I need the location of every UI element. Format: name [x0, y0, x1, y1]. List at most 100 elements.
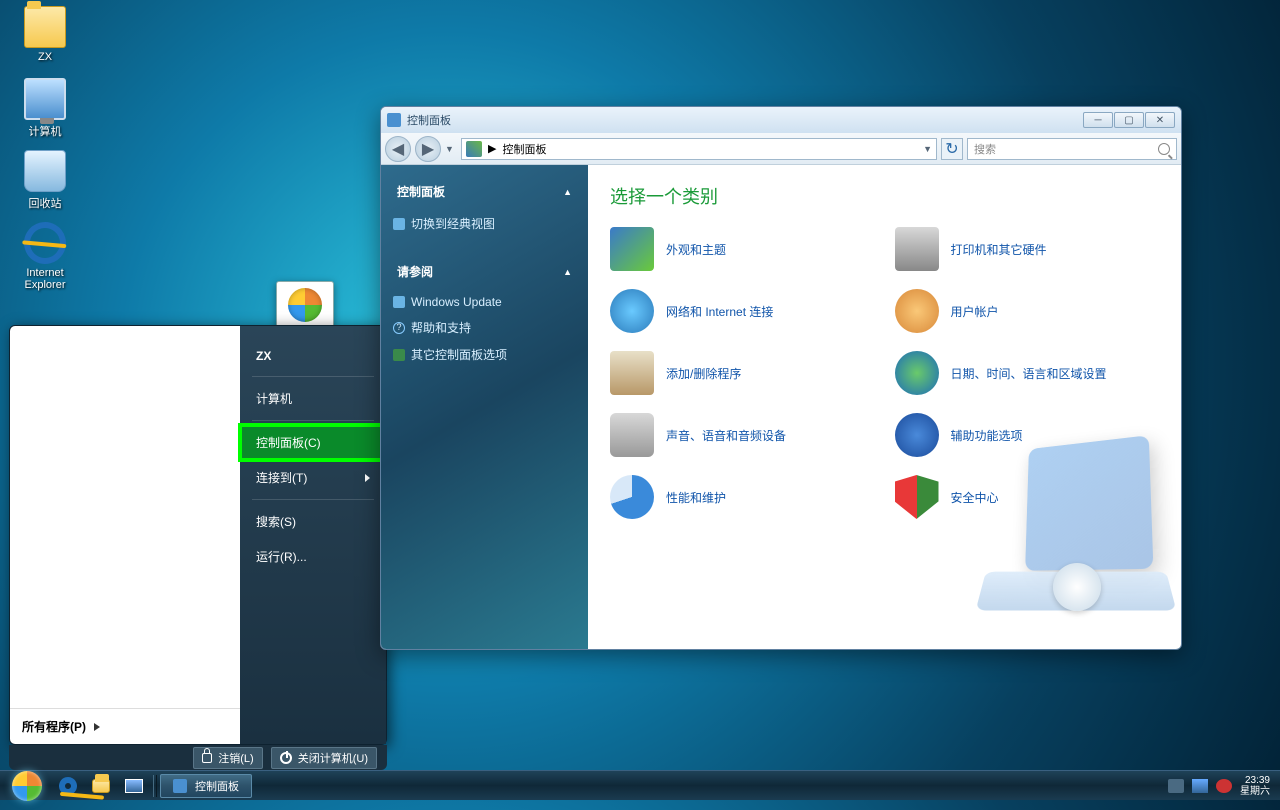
start-menu-left-pane: 所有程序(P) — [10, 326, 240, 744]
nav-forward-button[interactable]: ▶ — [415, 136, 441, 162]
category-performance[interactable]: 性能和维护 — [610, 475, 875, 519]
sidebar-see-also-header[interactable]: 请参阅 ▲ — [381, 259, 588, 290]
window-title: 控制面板 — [407, 112, 451, 128]
nav-back-button[interactable]: ◀ — [385, 136, 411, 162]
main-content: 选择一个类别 外观和主题 打印机和其它硬件 网络和 Internet 连接 用户… — [588, 165, 1181, 649]
category-printers[interactable]: 打印机和其它硬件 — [895, 227, 1160, 271]
category-appearance[interactable]: 外观和主题 — [610, 227, 875, 271]
computer-icon — [24, 78, 66, 120]
folder-icon — [24, 6, 66, 48]
separator — [252, 376, 374, 377]
menu-item-label: 计算机 — [256, 390, 292, 407]
desktop-icon-computer[interactable]: 计算机 — [8, 78, 82, 139]
sidebar-header[interactable]: 控制面板 ▲ — [381, 179, 588, 210]
shutdown-button[interactable]: 关闭计算机(U) — [271, 747, 377, 769]
tray-network-icon[interactable] — [1192, 779, 1208, 793]
show-desktop-icon — [125, 779, 143, 793]
refresh-button[interactable]: ↻ — [941, 138, 963, 160]
checkmark-icon — [393, 349, 405, 361]
category-programs[interactable]: 添加/删除程序 — [610, 351, 875, 395]
sidebar-link-help[interactable]: ? 帮助和支持 — [381, 314, 588, 341]
chevron-up-icon: ▲ — [563, 267, 572, 277]
chevron-up-icon: ▲ — [563, 187, 572, 197]
power-icon — [280, 752, 292, 764]
chevron-right-icon — [365, 474, 370, 482]
start-menu-item-computer[interactable]: 计算机 — [240, 381, 386, 416]
taskbar: 控制面板 23:39 星期六 — [0, 770, 1280, 800]
close-button[interactable]: ✕ — [1145, 112, 1175, 128]
start-menu-item-control-panel[interactable]: 控制面板(C) — [240, 425, 386, 460]
address-arrow: ▶ — [488, 142, 496, 155]
window-titlebar[interactable]: 控制面板 ─ ▢ ✕ — [381, 107, 1181, 133]
category-label: 网络和 Internet 连接 — [666, 303, 773, 320]
start-menu-right-pane: ZX 计算机 控制面板(C) 连接到(T) 搜索(S) 运行(R)... — [240, 326, 386, 744]
start-menu-user-avatar — [276, 281, 334, 329]
start-menu-item-connect-to[interactable]: 连接到(T) — [240, 460, 386, 495]
shutdown-label: 关闭计算机(U) — [298, 750, 368, 766]
search-field[interactable]: 搜索 — [967, 138, 1177, 160]
search-placeholder: 搜索 — [974, 141, 996, 157]
tray-security-icon[interactable] — [1216, 779, 1232, 793]
desktop-icon-label: ZX — [8, 51, 82, 63]
accessibility-icon — [895, 413, 939, 457]
start-menu-all-programs[interactable]: 所有程序(P) — [10, 708, 240, 744]
search-icon — [1158, 143, 1170, 155]
quick-launch-show-desktop[interactable] — [118, 773, 150, 799]
category-network[interactable]: 网络和 Internet 连接 — [610, 289, 875, 333]
maximize-button[interactable]: ▢ — [1114, 112, 1144, 128]
desktop-icon-recycle-bin[interactable]: 回收站 — [8, 150, 82, 211]
tray-keyboard-icon[interactable] — [1168, 779, 1184, 793]
recycle-bin-icon — [24, 150, 66, 192]
sidebar-link-classic-view[interactable]: 切换到经典视图 — [381, 210, 588, 237]
taskbar-task-control-panel[interactable]: 控制面板 — [160, 774, 252, 798]
task-label: 控制面板 — [195, 778, 239, 794]
system-tray: 23:39 星期六 — [1168, 775, 1276, 797]
start-menu-item-search[interactable]: 搜索(S) — [240, 504, 386, 539]
start-menu: 所有程序(P) ZX 计算机 控制面板(C) 连接到(T) 搜索(S) 运行(R… — [9, 325, 387, 745]
control-panel-icon — [387, 113, 401, 127]
quick-launch — [52, 773, 150, 799]
windows-logo-icon — [286, 286, 324, 324]
ie-icon — [57, 774, 79, 796]
category-sound[interactable]: 声音、语音和音频设备 — [610, 413, 875, 457]
category-date-time[interactable]: 日期、时间、语言和区域设置 — [895, 351, 1160, 395]
chevron-down-icon[interactable]: ▼ — [923, 144, 932, 154]
menu-item-label: 连接到(T) — [256, 469, 307, 486]
category-users[interactable]: 用户帐户 — [895, 289, 1160, 333]
nav-history-dropdown[interactable]: ▼ — [445, 144, 457, 154]
windows-update-icon — [393, 296, 405, 308]
taskbar-clock[interactable]: 23:39 星期六 — [1240, 775, 1270, 797]
desktop-icon-zx[interactable]: ZX — [8, 6, 82, 63]
sidebar-header-label: 控制面板 — [397, 183, 445, 200]
lock-icon — [202, 753, 212, 763]
sidebar-header-label: 请参阅 — [397, 263, 433, 280]
sidebar-link-windows-update[interactable]: Windows Update — [381, 290, 588, 314]
address-path: 控制面板 — [502, 141, 546, 157]
menu-item-label: 搜索(S) — [256, 513, 296, 530]
start-menu-user[interactable]: ZX — [240, 340, 386, 372]
logoff-button[interactable]: 注销(L) — [193, 747, 262, 769]
sidebar-link-label: 切换到经典视图 — [411, 215, 495, 232]
programs-icon — [610, 351, 654, 395]
control-panel-icon — [466, 141, 482, 157]
control-panel-window: 控制面板 ─ ▢ ✕ ◀ ▶ ▼ ▶ 控制面板 ▼ ↻ 搜索 控制面板 ▲ — [380, 106, 1182, 650]
start-menu-item-run[interactable]: 运行(R)... — [240, 539, 386, 574]
minimize-button[interactable]: ─ — [1083, 112, 1113, 128]
menu-item-label: 运行(R)... — [256, 548, 307, 565]
printer-icon — [895, 227, 939, 271]
classic-view-icon — [393, 218, 405, 230]
start-menu-footer: 注销(L) 关闭计算机(U) — [9, 745, 387, 770]
windows-logo-icon — [12, 771, 42, 801]
category-label: 声音、语音和音频设备 — [666, 427, 786, 444]
address-field[interactable]: ▶ 控制面板 ▼ — [461, 138, 937, 160]
separator — [252, 499, 374, 500]
category-label: 外观和主题 — [666, 241, 726, 258]
start-button[interactable] — [4, 771, 50, 801]
network-icon — [610, 289, 654, 333]
sidebar-link-other-options[interactable]: 其它控制面板选项 — [381, 341, 588, 368]
start-menu-user-label: ZX — [256, 349, 271, 363]
desktop-icon-ie[interactable]: Internet Explorer — [8, 222, 82, 291]
sidebar: 控制面板 ▲ 切换到经典视图 请参阅 ▲ Windows Update ? 帮助… — [381, 165, 588, 649]
separator — [153, 775, 157, 797]
quick-launch-ie[interactable] — [52, 773, 84, 799]
